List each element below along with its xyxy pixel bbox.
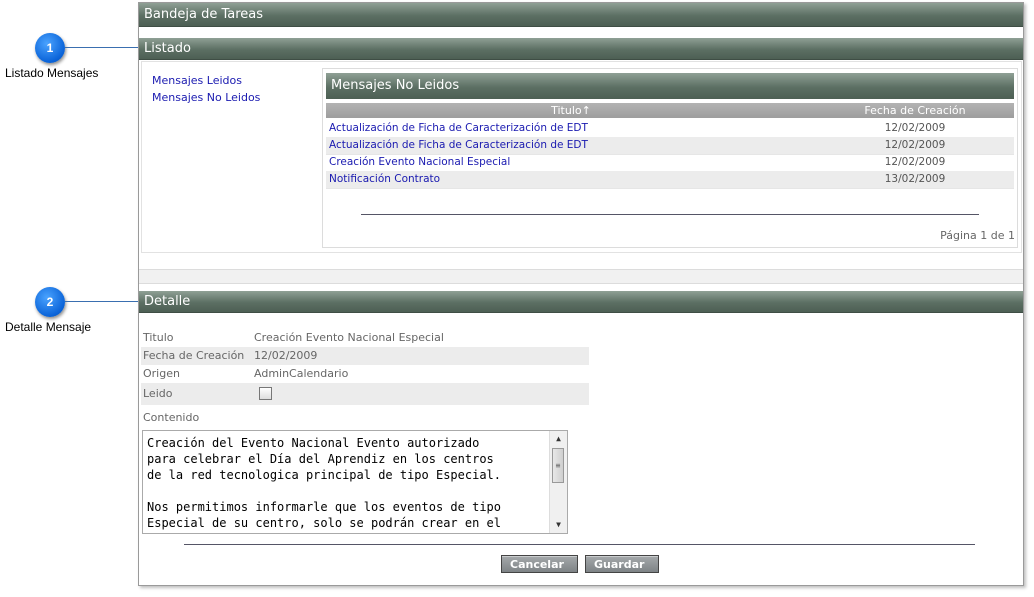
cancel-button[interactable]: Cancelar [501, 555, 578, 573]
link-mensajes-leidos[interactable]: Mensajes Leidos [152, 72, 260, 89]
callout-1-badge: 1 [35, 33, 65, 63]
window-title: Bandeja de Tareas [139, 3, 1023, 27]
callout-1-leader-line [65, 47, 139, 48]
messages-table-header: Titulo↑ Fecha de Creación [326, 103, 1014, 118]
row-fecha: 12/02/2009 [884, 139, 946, 151]
field-leido: Leido [141, 383, 589, 405]
mensajes-no-leidos-panel: Mensajes No Leidos Titulo↑ Fecha de Crea… [322, 68, 1018, 248]
mensajes-panel-title: Mensajes No Leidos [326, 73, 1014, 99]
callout-1-label: Listado Mensajes [5, 66, 99, 80]
leido-label: Leido [143, 387, 173, 400]
field-fecha: Fecha de Creación 12/02/2009 [141, 347, 589, 365]
callout-2-leader-line [65, 301, 139, 302]
contenido-text: Creación del Evento Nacional Evento auto… [147, 436, 502, 530]
leido-checkbox[interactable] [259, 387, 272, 400]
detalle-form: Titulo Creación Evento Nacional Especial… [141, 329, 589, 405]
listado-section-header: Listado [139, 38, 1023, 60]
pagination-label: Página 1 de 1 [940, 229, 1015, 242]
field-origen: Origen AdminCalendario [141, 365, 589, 383]
titulo-value: Creación Evento Nacional Especial [254, 331, 444, 344]
listado-panel: Mensajes Leidos Mensajes No Leidos Mensa… [141, 61, 1022, 253]
section-spacer [139, 269, 1023, 284]
detalle-section-header: Detalle [139, 291, 1023, 313]
scroll-down-arrow-icon[interactable]: ▼ [550, 518, 567, 532]
callout-2-label: Detalle Mensaje [5, 320, 92, 334]
table-row[interactable]: Creación Evento Nacional Especial 12/02/… [326, 154, 1014, 172]
row-fecha: 12/02/2009 [884, 156, 946, 168]
row-titulo-link[interactable]: Creación Evento Nacional Especial [329, 154, 510, 171]
row-fecha: 13/02/2009 [884, 173, 946, 185]
column-header-fecha[interactable]: Fecha de Creación [816, 103, 1014, 118]
row-titulo-link[interactable]: Actualización de Ficha de Caracterizació… [329, 120, 588, 137]
table-row[interactable]: Notificación Contrato 13/02/2009 [326, 171, 1014, 189]
fecha-value: 12/02/2009 [254, 349, 318, 362]
link-mensajes-no-leidos[interactable]: Mensajes No Leidos [152, 89, 260, 106]
table-row[interactable]: Actualización de Ficha de Caracterizació… [326, 120, 1014, 138]
column-header-titulo[interactable]: Titulo↑ [326, 103, 816, 118]
callout-2-badge: 2 [35, 287, 65, 317]
row-titulo-link[interactable]: Actualización de Ficha de Caracterizació… [329, 137, 588, 154]
row-titulo-link[interactable]: Notificación Contrato [329, 171, 440, 188]
tareas-window: Bandeja de Tareas Listado Mensajes Leido… [138, 2, 1024, 586]
message-filter-links: Mensajes Leidos Mensajes No Leidos [152, 72, 260, 106]
titulo-label: Titulo [143, 331, 174, 344]
table-divider [361, 214, 979, 215]
save-button[interactable]: Guardar [585, 555, 659, 573]
textarea-scrollbar[interactable]: ▲ ≡ ▼ [549, 431, 567, 533]
scroll-thumb[interactable]: ≡ [552, 448, 564, 483]
form-divider [184, 544, 975, 545]
field-titulo: Titulo Creación Evento Nacional Especial [141, 329, 589, 347]
origen-value: AdminCalendario [254, 367, 349, 380]
row-fecha: 12/02/2009 [884, 122, 946, 134]
contenido-label: Contenido [143, 411, 200, 424]
table-row[interactable]: Actualización de Ficha de Caracterizació… [326, 137, 1014, 155]
contenido-textarea[interactable]: Creación del Evento Nacional Evento auto… [142, 430, 568, 534]
fecha-label: Fecha de Creación [143, 349, 245, 362]
scroll-up-arrow-icon[interactable]: ▲ [550, 432, 567, 446]
origen-label: Origen [143, 367, 180, 380]
